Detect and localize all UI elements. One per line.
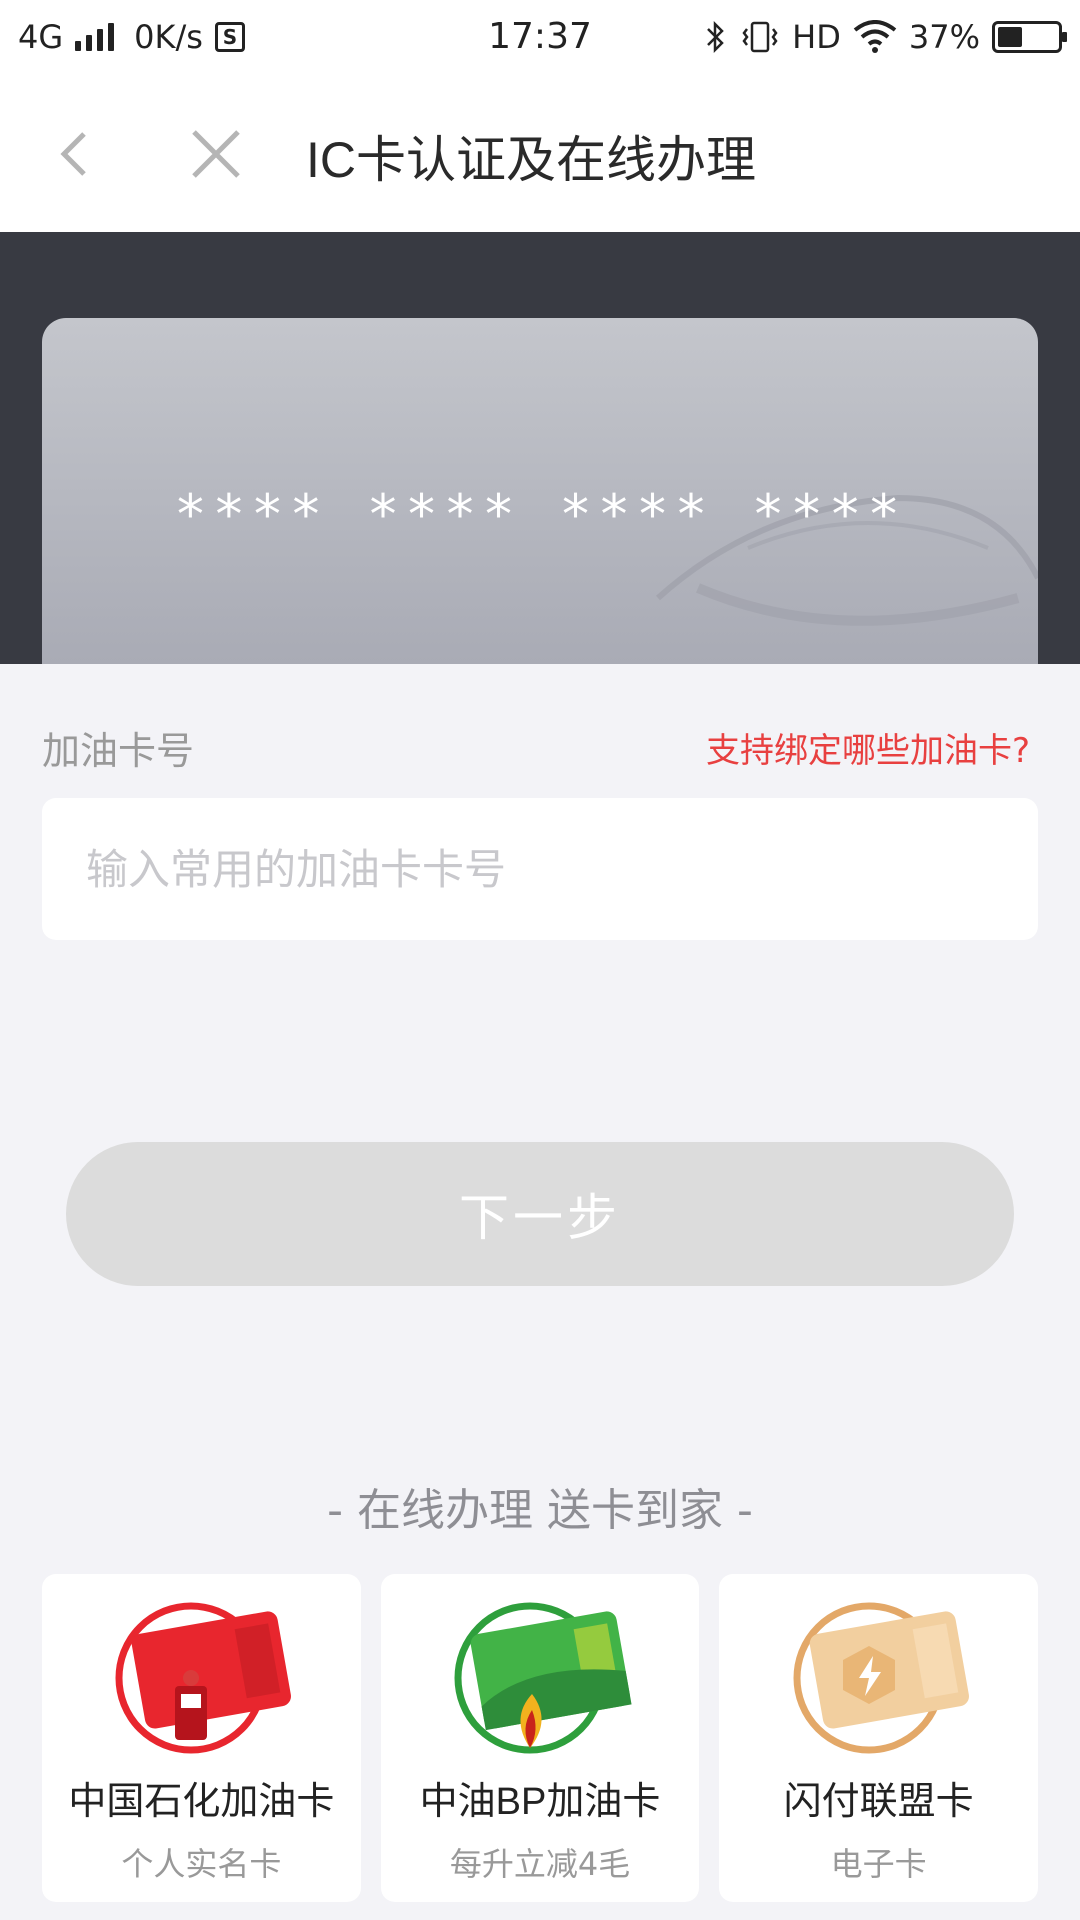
offer-subtitle: 电子卡 [830, 1845, 927, 1883]
status-bar: 4G 0K/s S 17:37 HD 37% [0, 0, 1080, 74]
sinopec-card-icon [115, 1602, 292, 1754]
offer-title: 中国石化加油卡 [68, 1781, 335, 1823]
nav-bar: IC卡认证及在线办理 [0, 74, 1080, 232]
fuel-card-preview: **** **** **** **** [42, 318, 1038, 664]
back-button[interactable] [34, 114, 114, 194]
clock: 17:37 [488, 16, 592, 57]
offer-petrochina-bp[interactable]: 中油BP加油卡 每升立减4毛 [380, 1574, 700, 1902]
card-number-input[interactable] [42, 798, 1038, 940]
quickpass-card-icon [793, 1602, 969, 1754]
offer-subtitle: 个人实名卡 [121, 1845, 282, 1883]
next-step-button[interactable]: 下一步 [66, 1142, 1014, 1286]
offer-quickpass[interactable]: 闪付联盟卡 电子卡 [719, 1574, 1039, 1902]
offer-title: 中油BP加油卡 [419, 1781, 661, 1823]
petrochina-bp-card-icon [454, 1602, 632, 1754]
online-service-heading: - 在线办理 送卡到家 - [327, 1485, 753, 1536]
chevron-left-icon [60, 132, 86, 176]
close-button[interactable] [176, 114, 256, 194]
close-icon [192, 130, 240, 178]
card-number-masked: **** **** **** **** [174, 483, 906, 546]
battery-icon [992, 21, 1067, 53]
card-number-label: 加油卡号 [42, 729, 195, 773]
battery-fill [998, 27, 1022, 47]
offer-sinopec[interactable]: 中国石化加油卡 个人实名卡 [42, 1574, 361, 1902]
page-title: IC卡认证及在线办理 [306, 132, 756, 188]
offer-list: 中国石化加油卡 个人实名卡 中油BP加油卡 每升立减4毛 闪付联盟卡 电子卡 [42, 1574, 1039, 1902]
supported-cards-link[interactable]: 支持绑定哪些加油卡? [706, 723, 1030, 772]
offer-title: 闪付联盟卡 [783, 1781, 974, 1823]
offer-subtitle: 每升立减4毛 [449, 1845, 631, 1883]
